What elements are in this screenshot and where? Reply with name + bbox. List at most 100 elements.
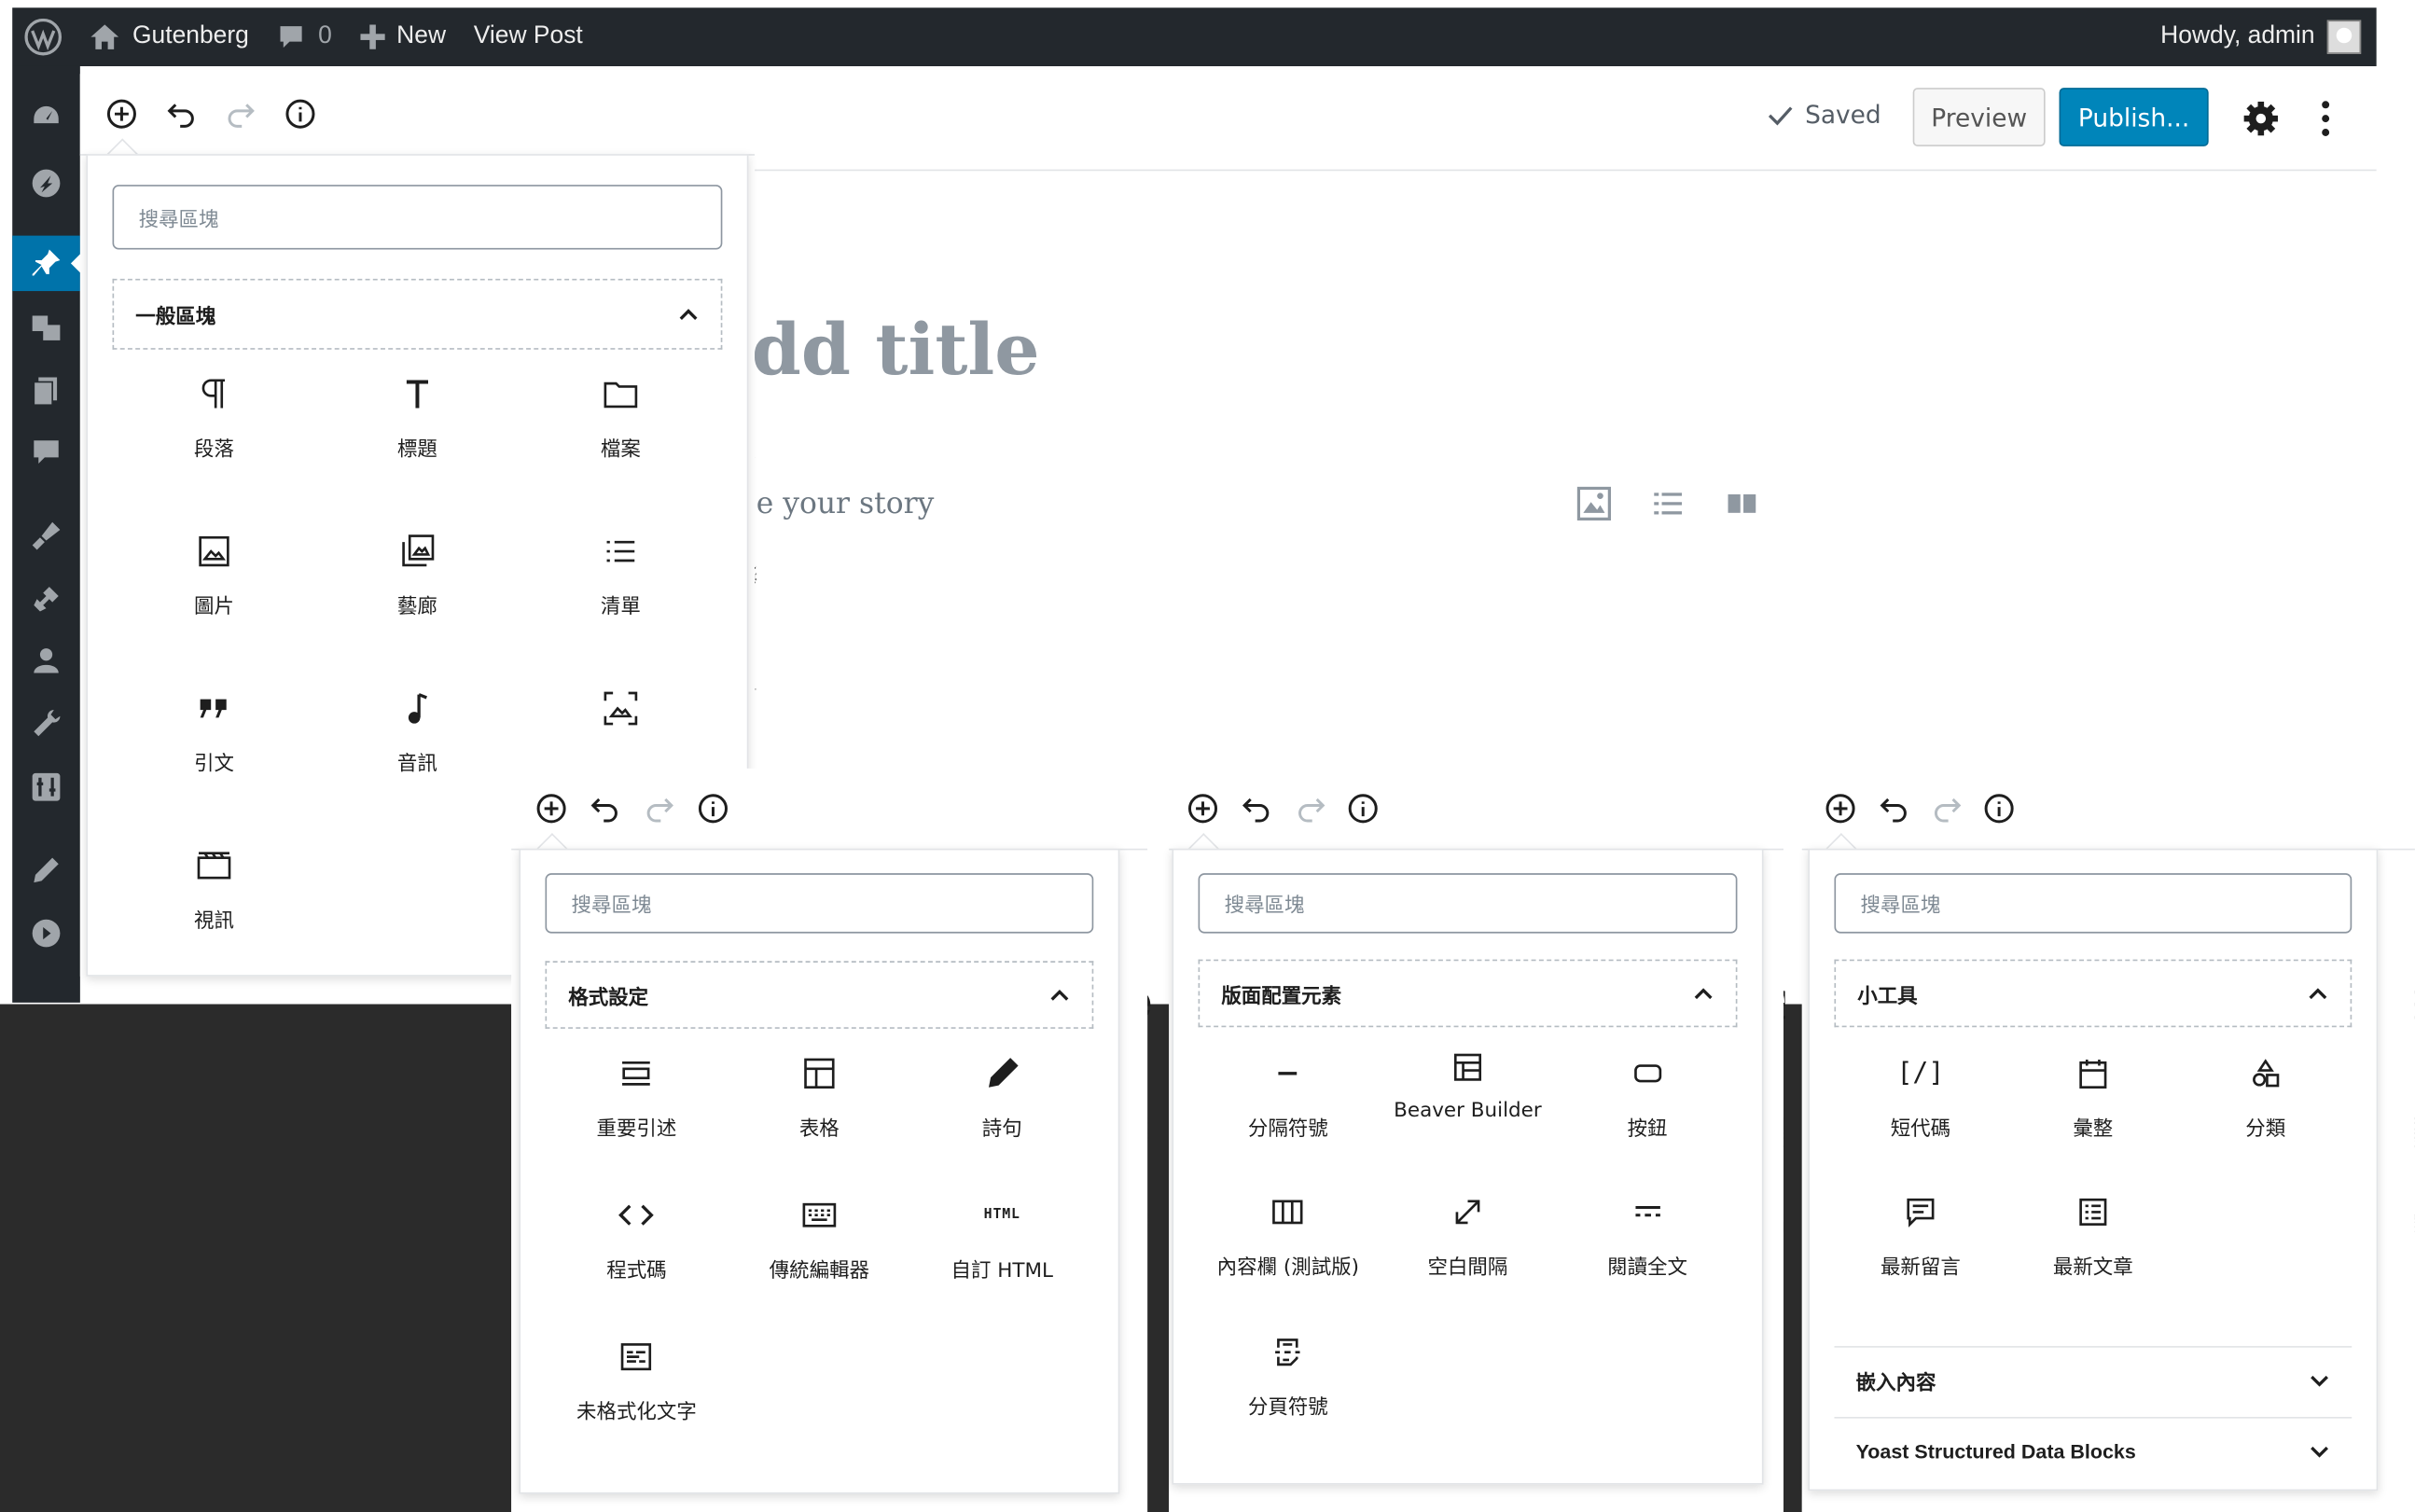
block-search-input[interactable]: 搜尋區塊 bbox=[1198, 873, 1738, 934]
my-account-menu[interactable]: Howdy, admin bbox=[2146, 7, 2376, 66]
block-search-input[interactable]: 搜尋區塊 bbox=[545, 873, 1094, 934]
block-table[interactable]: 表格 bbox=[728, 1050, 910, 1141]
default-block-placeholder[interactable]: e your story bbox=[756, 487, 935, 520]
media-icon[interactable] bbox=[12, 300, 80, 355]
panel-header-common[interactable]: 一般區塊 bbox=[112, 278, 723, 350]
new-content-link[interactable]: New bbox=[346, 7, 460, 66]
comments-link[interactable]: 0 bbox=[263, 7, 346, 66]
chevron-up-icon bbox=[1694, 988, 1713, 1000]
pages-icon[interactable] bbox=[12, 364, 80, 419]
block-columns[interactable]: 內容欄 (測試版) bbox=[1199, 1189, 1379, 1280]
block-image[interactable]: 圖片 bbox=[113, 528, 316, 619]
tools-icon[interactable] bbox=[12, 696, 80, 751]
block-video[interactable]: 視訊 bbox=[113, 842, 316, 934]
block-cover-image[interactable] bbox=[519, 686, 722, 747]
panel-header-embeds[interactable]: 嵌入內容 bbox=[1834, 1346, 2353, 1414]
gutenberg-icon[interactable] bbox=[12, 156, 80, 211]
block-archives[interactable]: 彙整 bbox=[2006, 1050, 2179, 1141]
spacer-icon bbox=[1378, 1189, 1558, 1236]
block-audio[interactable]: 音訊 bbox=[315, 686, 519, 776]
block-label: 段落 bbox=[194, 438, 234, 463]
info-icon[interactable] bbox=[1984, 793, 2015, 824]
add-block-icon[interactable] bbox=[536, 793, 567, 824]
panel-header-yoast[interactable]: Yoast Structured Data Blocks bbox=[1834, 1417, 2353, 1485]
block-separator[interactable]: 分隔符號 bbox=[1199, 1050, 1379, 1141]
block-search-input[interactable]: 搜尋區塊 bbox=[1834, 873, 2353, 934]
more-options-icon[interactable] bbox=[2320, 100, 2332, 143]
block-list[interactable]: 清單 bbox=[519, 528, 722, 619]
block-file[interactable]: 檔案 bbox=[519, 371, 722, 462]
undo-icon[interactable] bbox=[166, 99, 197, 130]
add-block-icon[interactable] bbox=[1187, 793, 1218, 824]
block-classic-editor[interactable]: 傳統編輯器 bbox=[728, 1192, 910, 1283]
publish-button[interactable]: Publish... bbox=[2059, 88, 2209, 146]
chevron-up-icon bbox=[1050, 989, 1069, 1001]
edit-pencil-icon[interactable] bbox=[12, 842, 80, 897]
info-icon[interactable] bbox=[698, 793, 729, 824]
appearance-icon[interactable] bbox=[12, 508, 80, 563]
block-more[interactable]: 閱讀全文 bbox=[1558, 1189, 1738, 1280]
block-gallery[interactable]: 藝廊 bbox=[315, 528, 519, 619]
block-categories[interactable]: 分類 bbox=[2179, 1050, 2352, 1141]
block-beaver-builder[interactable]: Beaver Builder bbox=[1378, 1050, 1558, 1123]
redo-icon[interactable] bbox=[644, 793, 674, 824]
block-spacer[interactable]: 空白間隔 bbox=[1378, 1189, 1558, 1280]
block-latest-comments[interactable]: 最新留言 bbox=[1834, 1189, 2006, 1280]
panel-header-layout[interactable]: 版面配置元素 bbox=[1198, 959, 1738, 1028]
inline-inserters bbox=[1576, 486, 1759, 521]
info-icon[interactable] bbox=[285, 99, 315, 130]
redo-icon[interactable] bbox=[1931, 793, 1962, 824]
wordpress-logo-icon[interactable] bbox=[12, 7, 76, 66]
background-dark-area bbox=[0, 1004, 512, 1512]
panel-header-widgets[interactable]: 小工具 bbox=[1834, 959, 2353, 1028]
plugins-icon[interactable] bbox=[12, 572, 80, 627]
info-icon[interactable] bbox=[1348, 793, 1379, 824]
block-button[interactable]: 按鈕 bbox=[1558, 1050, 1738, 1141]
settings-icon[interactable] bbox=[12, 759, 80, 814]
block-label: 表格 bbox=[798, 1117, 840, 1142]
undo-icon[interactable] bbox=[590, 793, 620, 824]
block-pullquote[interactable]: 重要引述 bbox=[545, 1050, 728, 1141]
site-name-link[interactable]: Gutenberg bbox=[76, 7, 263, 66]
users-icon[interactable] bbox=[12, 633, 80, 688]
block-search-input[interactable]: 搜尋區塊 bbox=[112, 185, 723, 250]
preview-button[interactable]: Preview bbox=[1912, 88, 2046, 146]
block-custom-html[interactable]: HTML 自訂 HTML bbox=[910, 1192, 1093, 1283]
add-block-icon[interactable] bbox=[1825, 793, 1856, 824]
undo-icon[interactable] bbox=[1879, 793, 1909, 824]
dashboard-icon[interactable] bbox=[12, 90, 80, 145]
preformatted-icon bbox=[545, 1334, 728, 1380]
block-code[interactable]: 程式碼 bbox=[545, 1192, 728, 1283]
latest-posts-icon bbox=[2006, 1189, 2179, 1236]
panel-header-formatting[interactable]: 格式設定 bbox=[545, 961, 1094, 1029]
image-icon[interactable] bbox=[1576, 486, 1612, 521]
add-block-icon[interactable] bbox=[106, 99, 137, 130]
columns-icon[interactable] bbox=[1725, 487, 1758, 520]
collapse-menu-icon[interactable] bbox=[12, 906, 80, 961]
block-latest-posts[interactable]: 最新文章 bbox=[2006, 1189, 2179, 1280]
block-grid: 重要引述 表格 詩句 程式碼 傳統編輯器 HTML 自訂 HTML 未格式化文字 bbox=[545, 1050, 1093, 1481]
settings-gear-icon[interactable] bbox=[2242, 100, 2280, 143]
redo-icon[interactable] bbox=[1296, 793, 1326, 824]
block-verse[interactable]: 詩句 bbox=[910, 1050, 1093, 1141]
post-title-placeholder[interactable]: dd title bbox=[752, 308, 1040, 391]
redo-icon[interactable] bbox=[225, 99, 256, 130]
shortcode-icon: [/] bbox=[1834, 1050, 2006, 1097]
posts-pin-icon[interactable] bbox=[12, 235, 82, 292]
editor-header: Saved Preview Publish... bbox=[755, 65, 2377, 172]
block-preformatted[interactable]: 未格式化文字 bbox=[545, 1334, 728, 1424]
view-post-link[interactable]: View Post bbox=[460, 7, 597, 66]
more-icon bbox=[1558, 1189, 1738, 1236]
block-heading[interactable]: 標題 bbox=[315, 371, 519, 462]
comments-icon[interactable] bbox=[12, 425, 80, 480]
block-page-break[interactable]: 分頁符號 bbox=[1199, 1329, 1379, 1420]
block-shortcode[interactable]: [/] 短代碼 bbox=[1834, 1050, 2006, 1141]
block-label: 自訂 HTML bbox=[951, 1259, 1053, 1283]
list-icon[interactable] bbox=[1651, 487, 1685, 520]
latest-comments-icon bbox=[1834, 1189, 2006, 1236]
block-quote[interactable]: 引文 bbox=[113, 686, 316, 776]
block-paragraph[interactable]: 段落 bbox=[113, 371, 316, 462]
checkmark-icon bbox=[1768, 105, 1793, 125]
block-label: 分頁符號 bbox=[1247, 1396, 1328, 1421]
undo-icon[interactable] bbox=[1242, 793, 1272, 824]
